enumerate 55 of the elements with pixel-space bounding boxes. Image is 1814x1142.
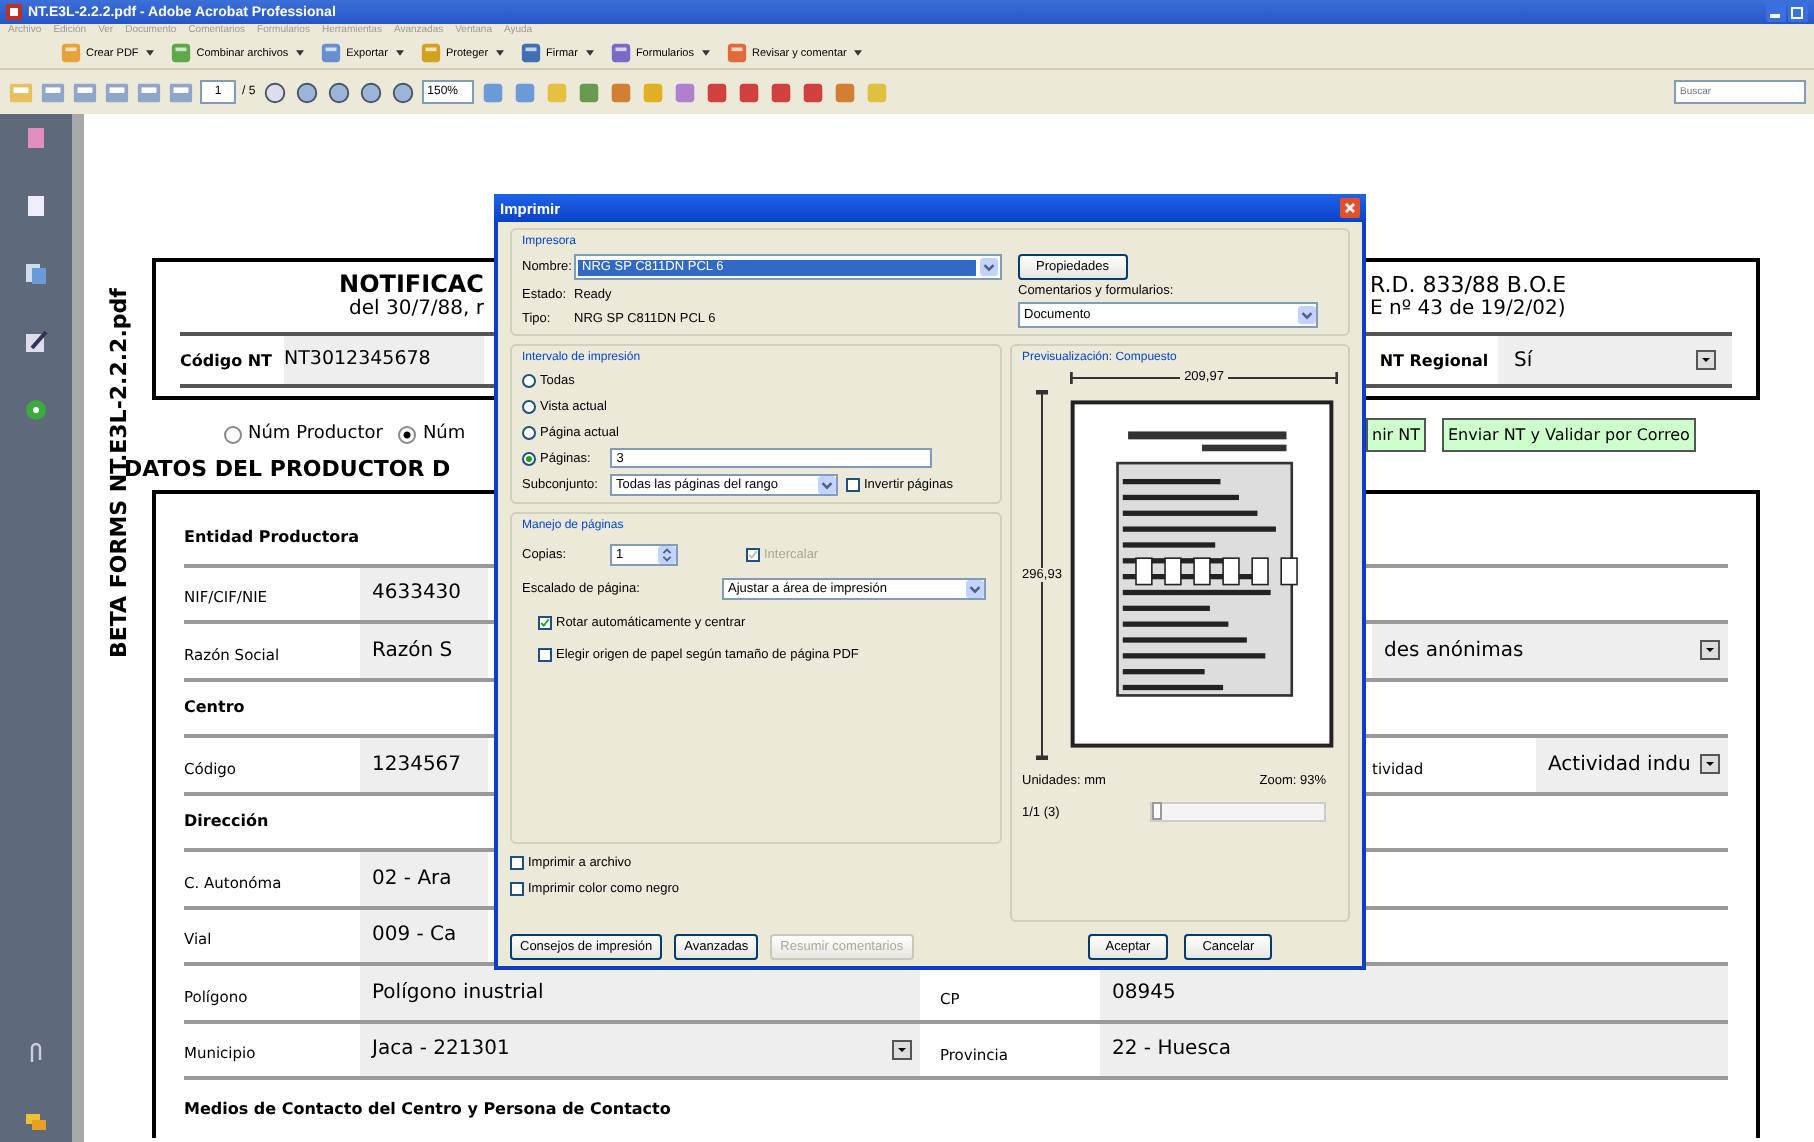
- caret-icon: [296, 50, 305, 56]
- caret-icon: [585, 50, 594, 56]
- width-dimension-line: [1070, 371, 1181, 383]
- dropdown-arrow-icon: [818, 476, 836, 494]
- radio-option[interactable]: Núm: [398, 424, 466, 444]
- dropdown-arrow-icon: [980, 258, 998, 276]
- caret-icon: [146, 50, 155, 56]
- width-dimension-line: [1227, 371, 1339, 383]
- pages-icon[interactable]: [24, 126, 48, 150]
- dropdown-field[interactable]: des anónimas: [1372, 624, 1728, 677]
- field-label: NT Regional: [1377, 351, 1491, 369]
- text-field[interactable]: 4633430: [360, 567, 488, 620]
- field-label: Código NT: [180, 351, 274, 369]
- text-field[interactable]: Jaca - 221301: [360, 1023, 920, 1076]
- caret-icon: [496, 50, 505, 56]
- text-field[interactable]: 22 - Huesca: [1100, 1023, 1728, 1076]
- form-title: R.D. 833/88 B.O.E: [1370, 272, 1569, 298]
- page-icon[interactable]: [24, 194, 48, 218]
- text-field[interactable]: 1234567: [360, 738, 488, 791]
- form-title: NOTIFICAC: [337, 270, 484, 298]
- text-field[interactable]: 08945: [1100, 966, 1728, 1019]
- section-heading: Centro: [184, 698, 245, 717]
- spinner-arrows-icon: [658, 546, 676, 564]
- dropdown-icon: [892, 1039, 912, 1060]
- caret-icon: [854, 50, 863, 56]
- form-subtitle: del 30/7/88, r: [347, 298, 484, 320]
- caret-icon: [701, 50, 710, 56]
- dropdown-icon: [1696, 350, 1716, 370]
- text-field[interactable]: Razón S: [360, 624, 488, 677]
- pdf-document-icon: [6, 4, 22, 20]
- section-heading: Medios de Contacto del Centro y Persona de Contacto: [184, 1099, 671, 1118]
- checkmark-icon: [748, 550, 758, 560]
- slider-thumb[interactable]: [1152, 802, 1162, 820]
- dropdown-field[interactable]: Actividad indu: [1536, 738, 1728, 791]
- form-subtitle: E nº 43 de 19/2/02): [1370, 298, 1568, 320]
- text-field[interactable]: Polígono inustrial: [360, 966, 920, 1019]
- regional-dropdown[interactable]: Sí: [1498, 336, 1732, 384]
- checkmark-icon: [540, 617, 550, 627]
- page-slider[interactable]: [1150, 802, 1326, 822]
- code-field[interactable]: NT3012345678: [284, 336, 484, 384]
- text-field[interactable]: 009 - Ca: [360, 909, 488, 962]
- section-heading: Dirección: [184, 812, 269, 831]
- dropdown-arrow-icon: [966, 580, 984, 598]
- form-action-button[interactable]: Enviar NT y Validar por Correo: [1442, 417, 1696, 451]
- text-field[interactable]: 02 - Ara: [360, 852, 488, 905]
- close-icon[interactable]: [1340, 198, 1360, 218]
- dropdown-icon: [1700, 754, 1720, 775]
- form-action-button[interactable]: nir NT: [1366, 417, 1426, 451]
- dropdown-arrow-icon: [1298, 306, 1316, 324]
- minimize-icon[interactable]: [1766, 2, 1786, 22]
- section-heading: Entidad Productora: [184, 527, 359, 546]
- radio-option[interactable]: Núm Productor: [224, 424, 383, 444]
- restore-icon[interactable]: [1788, 2, 1808, 22]
- dropdown-icon: [1700, 640, 1720, 661]
- caret-icon: [395, 50, 404, 56]
